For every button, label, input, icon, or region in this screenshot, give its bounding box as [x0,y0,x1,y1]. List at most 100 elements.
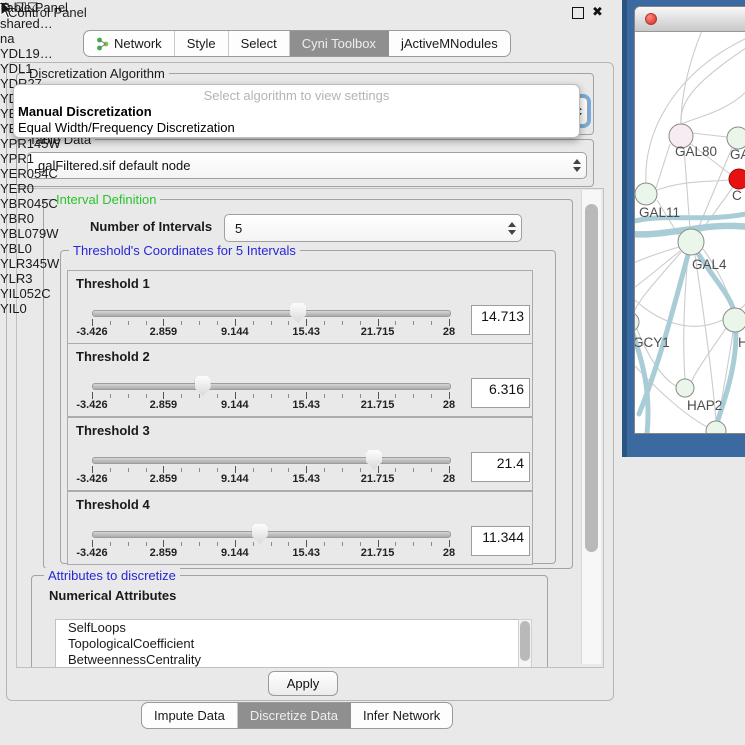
table-row[interactable]: YIL052CYIL0 [0,286,120,316]
network-node-hap2[interactable] [676,379,694,397]
table-cell: YPR1 [0,151,120,166]
attributes-group: Attributes to discretize Numerical Attri… [31,575,548,668]
table-row[interactable]: YLR345WYLR3 [0,256,120,286]
table-row[interactable]: YPR145WYPR1 [0,136,120,166]
column-header-name[interactable]: na [0,31,120,46]
tick-label: -3.426 [76,399,107,411]
network-node-ga[interactable] [727,127,745,149]
threshold-value-field[interactable]: 21.4 [471,452,530,482]
network-node-gal4[interactable] [678,229,704,255]
interval-definition-group: Interval Definition Number of Intervals … [43,199,573,569]
tab-jactivemnodules[interactable]: jActiveMNodules [389,31,510,56]
tab-cyni-toolbox[interactable]: Cyni Toolbox [290,31,389,56]
apply-button[interactable]: Apply [268,671,338,696]
node-label: GAL4 [692,257,727,272]
tab-discretize-data[interactable]: Discretize Data [238,703,351,728]
numerical-attributes-list[interactable]: SelfLoopsTopologicalCoefficientBetweenne… [55,619,520,668]
list-item[interactable]: TopologicalCoefficient [56,636,519,652]
tick-label: 21.715 [361,547,395,559]
network-node-gal11[interactable] [635,183,657,205]
network-node-c[interactable] [729,169,745,189]
gear-icon[interactable]: ⚙ [0,0,12,15]
threshold-value-field[interactable]: 6.316 [471,378,530,408]
tick-label: -3.426 [76,473,107,485]
tick-label: 28 [443,399,455,411]
tick-label: 9.144 [221,547,249,559]
checkbox-icons[interactable]: ☑☑ [15,0,38,15]
table-cell: YLR345W [0,256,120,271]
zoom-traffic-icon[interactable] [635,13,647,25]
tick-label: 21.715 [361,399,395,411]
threshold-1-panel: Threshold 1-3.4262.8599.14415.4321.71528… [67,270,533,344]
threshold-2-panel: Threshold 2-3.4262.8599.14415.4321.71528… [67,343,533,417]
node-label: GCY1 [635,335,670,350]
node-label: C [732,188,742,203]
threshold-label: Threshold 3 [76,423,150,438]
table-row[interactable]: YBL079WYBL0 [0,226,120,256]
table-cell: YBL079W [0,226,120,241]
threshold-label: Threshold 2 [76,349,150,364]
numerical-attributes-label: Numerical Attributes [49,588,176,603]
algorithm-dropdown-popup: Select algorithm to view settings Manual… [13,84,580,138]
table-cell: YPR145W [0,136,120,151]
table-cell: YBL0 [0,241,120,256]
table-panel-body: ⚙ ☑☑ shared… na YDL19…YDL1YDR27…YDR2YBR0… [0,0,120,316]
close-icon[interactable]: ✖ [592,4,603,20]
network-node[interactable] [706,421,726,434]
node-label: HAP2 [687,398,722,413]
minimize-traffic-icon[interactable] [665,13,677,25]
popup-option-manual-discretization[interactable]: Manual Discretization [18,104,152,119]
tick-label: 15.43 [292,399,320,411]
popup-option-equal-width-frequency[interactable]: Equal Width/Frequency Discretization [18,120,235,135]
tick-label: 2.859 [150,473,178,485]
spinner-arrows-icon[interactable] [503,222,521,235]
tick-label: 28 [443,326,455,338]
tick-label: 2.859 [150,399,178,411]
table-cell: YDL19… [0,46,120,61]
tab-select[interactable]: Select [229,31,290,56]
threshold-3-panel: Threshold 3-3.4262.8599.14415.4321.71528… [67,417,533,491]
slider-track[interactable] [92,383,451,390]
tick-label: 2.859 [150,547,178,559]
attributes-list-scrollbar[interactable] [518,619,532,668]
num-intervals-value: 5 [225,221,503,236]
node-label: GAL80 [675,144,717,159]
node-label: GAL11 [639,205,680,220]
tick-label: -3.426 [76,547,107,559]
threshold-value-field[interactable]: 14.713 [471,305,530,335]
spinner-arrows-icon[interactable] [568,159,586,172]
tab-impute-data[interactable]: Impute Data [142,703,238,728]
list-item[interactable]: BetweennessCentrality [56,652,519,668]
slider-track[interactable] [92,457,451,464]
tick-label: -3.426 [76,326,107,338]
slider-track[interactable] [92,531,451,538]
table-row[interactable]: YER054CYER0 [0,166,120,196]
table-cell: YBR0 [0,211,120,226]
settings-vertical-scrollbar[interactable] [581,190,601,664]
tab-infer-network[interactable]: Infer Network [351,703,452,728]
tick-label: 9.144 [221,473,249,485]
tick-label: 9.144 [221,326,249,338]
node-label: H [738,335,745,350]
list-item[interactable]: SelfLoops [56,620,519,636]
table-row[interactable]: YBR045CYBR0 [0,196,120,226]
tick-label: 21.715 [361,473,395,485]
table-row[interactable]: YDL19…YDL1 [0,46,120,76]
network-window[interactable]: GAL80GACGAL11GAL4GCY1HHAP2 [634,6,745,434]
float-icon[interactable] [572,7,584,19]
network-node-h[interactable] [723,308,745,332]
control-panel-tabbar: NetworkStyleSelectCyni ToolboxjActiveMNo… [83,30,511,57]
network-window-titlebar[interactable] [635,7,745,32]
network-canvas[interactable]: GAL80GACGAL11GAL4GCY1HHAP2 [635,32,745,434]
table-cell: YLR3 [0,271,120,286]
table-cell: YIL0 [0,301,120,316]
threshold-4-panel: Threshold 4-3.4262.8599.14415.4321.71528… [67,491,533,565]
tick-label: 15.43 [292,547,320,559]
num-intervals-combobox[interactable]: 5 [224,214,522,242]
column-header-shared-name[interactable]: shared… [0,16,74,31]
tick-label: 28 [443,547,455,559]
slider-track[interactable] [92,310,451,317]
threshold-value-field[interactable]: 11.344 [471,526,530,556]
table-header-row: shared… na [0,16,120,46]
tab-style[interactable]: Style [175,31,229,56]
